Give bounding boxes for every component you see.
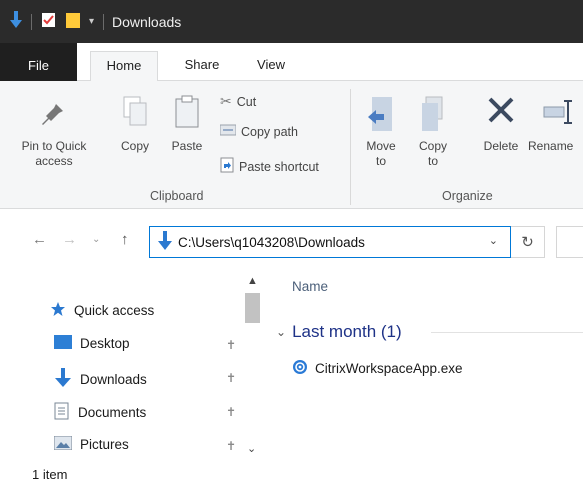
ribbon-divider — [350, 89, 351, 205]
nav-item-label: Quick access — [74, 303, 155, 318]
copy-label: Copy — [120, 139, 149, 153]
rename-icon — [542, 100, 574, 132]
tab-home[interactable]: Home — [90, 51, 158, 82]
group-divider — [431, 332, 583, 333]
pin-icon: ✝ — [226, 405, 237, 419]
nav-item-downloads[interactable]: Downloads — [54, 368, 147, 391]
pin-icon: ✝ — [226, 338, 237, 352]
list-item[interactable]: CitrixWorkspaceApp.exe — [292, 359, 463, 378]
pin-icon: ✝ — [226, 439, 237, 453]
pin-label: Pin to Quick access — [21, 139, 87, 168]
cut-label: Cut — [236, 94, 257, 109]
rename-label: Rename — [528, 139, 574, 153]
refresh-icon: ↻ — [521, 234, 534, 251]
nav-item-quick-access[interactable]: Quick access — [50, 301, 154, 320]
download-arrow-icon — [158, 230, 172, 254]
scroll-down-icon[interactable]: ⌄ — [247, 442, 256, 455]
copy-button[interactable]: Copy — [114, 95, 156, 154]
clipboard-group-label: Clipboard — [150, 189, 204, 203]
properties-icon[interactable] — [41, 12, 57, 31]
pictures-icon — [53, 435, 73, 453]
delete-label: Delete — [483, 139, 519, 153]
title-bar: ▾ Downloads — [0, 0, 583, 43]
file-list: Name ⌄ Last month (1) CitrixWorkspaceApp… — [270, 267, 583, 463]
back-arrow-icon[interactable]: ← — [32, 231, 47, 248]
group-header[interactable]: ⌄ Last month (1) — [276, 322, 583, 342]
nav-item-desktop[interactable]: Desktop — [54, 335, 130, 352]
column-header-name[interactable]: Name — [292, 279, 328, 294]
chevron-down-icon: ⌄ — [276, 325, 287, 339]
nav-item-label: Downloads — [80, 372, 147, 387]
ribbon: Pin to Quick access Copy Paste ✂ Cut Cop… — [0, 81, 583, 209]
download-arrow-icon — [10, 11, 22, 32]
paste-label: Paste — [171, 139, 203, 153]
group-label: Last month (1) — [292, 322, 402, 341]
status-bar: 1 item — [0, 463, 583, 487]
paste-shortcut-icon — [220, 157, 234, 176]
file-name: CitrixWorkspaceApp.exe — [315, 361, 463, 376]
paste-shortcut-label: Paste shortcut — [239, 159, 319, 174]
nav-item-pictures[interactable]: Pictures — [53, 435, 129, 453]
address-dropdown-icon[interactable]: ⌄ — [489, 234, 498, 247]
scissors-icon: ✂ — [220, 93, 232, 109]
copy-path-label: Copy path — [241, 124, 298, 139]
tab-share[interactable]: Share — [174, 51, 230, 81]
copy-path-icon — [219, 124, 237, 139]
recent-locations-chevron-icon[interactable]: ⌄ — [92, 234, 100, 245]
up-arrow-icon[interactable]: ↑ — [121, 231, 129, 248]
copy-icon — [120, 96, 150, 132]
move-to-label: Move to — [366, 139, 396, 168]
rename-button[interactable]: Rename — [528, 95, 583, 154]
paste-shortcut-button[interactable]: Paste shortcut — [220, 157, 319, 176]
nav-item-label: Desktop — [80, 336, 130, 351]
quick-access-toolbar: ▾ — [10, 11, 110, 32]
delete-button[interactable]: Delete — [476, 95, 526, 154]
refresh-button[interactable]: ↻ — [511, 226, 545, 258]
download-arrow-icon — [54, 368, 72, 391]
citrix-icon — [292, 359, 308, 378]
desktop-icon — [54, 335, 72, 352]
copy-path-button[interactable]: Copy path — [219, 124, 298, 139]
scroll-thumb[interactable] — [245, 293, 260, 323]
nav-item-documents[interactable]: Documents — [54, 402, 146, 423]
address-bar[interactable]: C:\Users\q1043208\Downloads ⌄ — [149, 226, 511, 258]
forward-arrow-icon[interactable]: → — [62, 231, 77, 248]
organize-group-label: Organize — [442, 189, 493, 203]
delete-x-icon — [485, 97, 517, 132]
move-to-icon — [366, 97, 396, 138]
window-title: Downloads — [112, 13, 182, 30]
cut-button[interactable]: ✂ Cut — [220, 93, 256, 110]
copy-to-icon — [418, 96, 448, 138]
ribbon-tabs: File Home Share View — [0, 43, 583, 82]
pin-to-quick-access-button[interactable]: Pin to Quick access — [0, 95, 108, 169]
copy-to-label: Copy to — [418, 139, 447, 168]
nav-item-label: Pictures — [80, 437, 129, 452]
paste-button[interactable]: Paste — [164, 95, 210, 154]
customize-qa-dropdown-icon[interactable]: ▾ — [89, 16, 94, 27]
search-input[interactable] — [556, 226, 583, 258]
navpane-scrollbar[interactable]: ▲ ⌄ — [243, 267, 262, 463]
new-folder-icon[interactable] — [66, 12, 80, 31]
navigation-pane: Quick access Desktop ✝ Downloads ✝ Docum… — [0, 267, 270, 463]
star-icon — [50, 301, 66, 320]
item-count: 1 item — [32, 467, 68, 482]
address-row: ← → ⌄ ↑ C:\Users\q1043208\Downloads ⌄ ↻ — [0, 209, 583, 267]
copy-to-button[interactable]: Copy to — [412, 95, 454, 169]
nav-item-label: Documents — [78, 405, 147, 420]
tab-view[interactable]: View — [246, 51, 296, 81]
pin-icon — [39, 101, 69, 132]
move-to-button[interactable]: Move to — [360, 95, 402, 169]
tab-file[interactable]: File — [0, 43, 77, 81]
documents-icon — [54, 402, 70, 423]
address-path[interactable]: C:\Users\q1043208\Downloads — [178, 235, 365, 250]
scroll-up-icon[interactable]: ▲ — [247, 275, 258, 287]
pin-icon: ✝ — [226, 371, 237, 385]
clipboard-icon — [172, 95, 202, 132]
